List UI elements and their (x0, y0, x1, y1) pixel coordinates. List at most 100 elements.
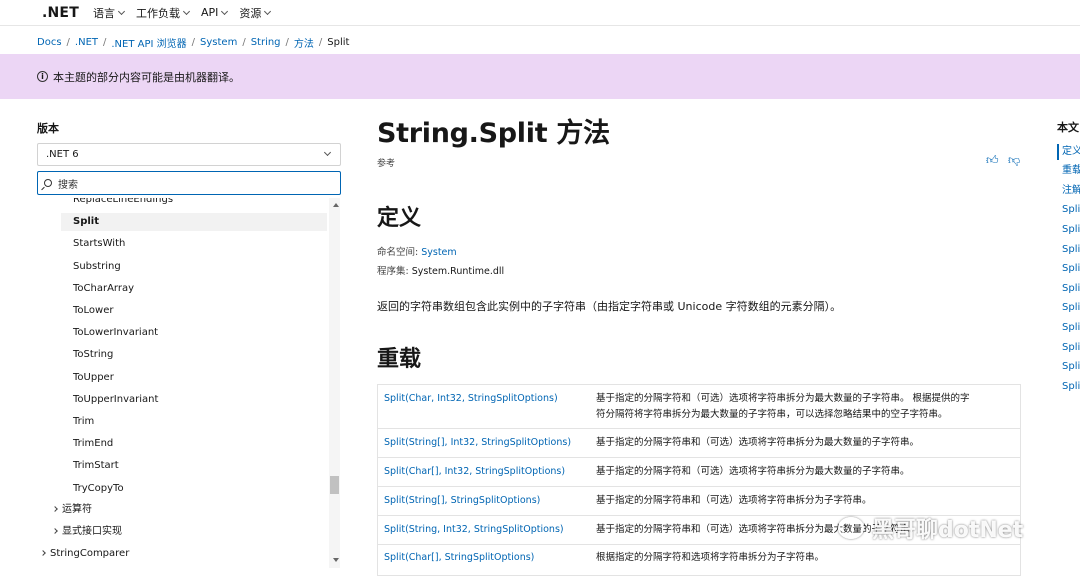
overload-link[interactable]: Split(Char[], Int32, StringSplitOptions) (384, 466, 565, 477)
toc-item-trimend[interactable]: TrimEnd (73, 435, 113, 453)
toc-item-replacelineendings[interactable]: ReplaceLineEndings (73, 198, 173, 209)
toc-item-startswith[interactable]: StartsWith (73, 235, 125, 253)
table-row: Split(String[], Int32, StringSplitOption… (377, 429, 1021, 458)
breadcrumb-system[interactable]: System (200, 37, 237, 48)
version-label: 版本 (37, 122, 59, 135)
nav-api-label: API (200, 6, 219, 19)
thumbs-down-icon[interactable]: 👎︎ (1008, 154, 1022, 166)
rtoc-item-split[interactable]: Split (1062, 203, 1080, 217)
toc-item-tostring[interactable]: ToString (73, 346, 113, 364)
rtoc-item-overloads[interactable]: 重载 (1062, 164, 1080, 178)
nav-resources-label: 资源 (239, 6, 262, 20)
breadcrumb-separator: / (318, 36, 323, 48)
scroll-down-arrow-icon[interactable] (333, 558, 339, 562)
active-section-indicator (1057, 144, 1059, 160)
version-select-value: .NET 6 (46, 149, 79, 160)
toc-group-explicit-interface-label: 显式接口实现 (62, 526, 122, 537)
table-row: Split(Char[], Int32, StringSplitOptions)… (377, 458, 1021, 487)
breadcrumb-docs[interactable]: Docs (37, 37, 62, 48)
definition-heading: 定义 (377, 206, 422, 231)
search-icon (44, 179, 52, 187)
toc-item-trimstart[interactable]: TrimStart (73, 457, 119, 475)
toc-item-tolowerinvariant[interactable]: ToLowerInvariant (73, 324, 158, 342)
chevron-right-icon (40, 550, 46, 556)
toc-group-operators[interactable]: 运算符 (52, 501, 92, 519)
toc-scrollbar-thumb[interactable] (330, 476, 339, 494)
breadcrumb-methods[interactable]: 方法 (294, 35, 314, 50)
toc-filter-input[interactable]: 搜索 (37, 171, 341, 195)
dotnet-brand-link[interactable]: .NET (42, 5, 79, 21)
rtoc-item-split[interactable]: Split (1062, 243, 1080, 257)
overload-description: 根据指定的分隔字符和选项将字符串拆分为子字符串。 (596, 552, 825, 563)
rtoc-item-split[interactable]: Split (1062, 223, 1080, 237)
overload-link[interactable]: Split(String[], Int32, StringSplitOption… (384, 437, 571, 448)
breadcrumb-separator: / (242, 36, 246, 48)
assembly-label: 程序集: (377, 266, 409, 277)
chevron-down-icon (323, 148, 332, 157)
toc-item-trycopyto[interactable]: TryCopyTo (73, 480, 124, 498)
in-this-article-title: 本文 (1057, 121, 1079, 134)
rtoc-item-split[interactable]: Split (1062, 262, 1080, 276)
overload-link[interactable]: Split(String, Int32, StringSplitOptions) (384, 524, 564, 535)
nav-languages-label: 语言 (92, 6, 115, 20)
toc-item-toupperinvariant[interactable]: ToUpperInvariant (73, 391, 158, 409)
toc-item-trim[interactable]: Trim (73, 413, 94, 431)
machine-translation-banner: i 本主题的部分内容可能是由机器翻译。 (0, 54, 1080, 99)
toc-tree: ReplaceLineEndings Split StartsWith Subs… (37, 198, 341, 576)
rtoc-item-split[interactable]: Split (1062, 360, 1080, 374)
toc-group-operators-label: 运算符 (62, 504, 92, 515)
nav-languages[interactable]: 语言 (92, 5, 125, 21)
overloads-heading: 重载 (377, 347, 422, 372)
toc-group-explicit-interface[interactable]: 显式接口实现 (52, 523, 122, 541)
overload-link[interactable]: Split(String[], StringSplitOptions) (384, 495, 540, 506)
assembly-line: 程序集: System.Runtime.dll (377, 263, 504, 277)
version-select[interactable]: .NET 6 (37, 143, 341, 166)
toc-item-stringcomparer-label: StringComparer (50, 548, 130, 559)
nav-workloads-label: 工作负载 (135, 6, 180, 20)
rtoc-item-remarks[interactable]: 注解 (1062, 184, 1080, 198)
breadcrumb-dotnet[interactable]: .NET (75, 37, 98, 48)
overload-link[interactable]: Split(Char[], StringSplitOptions) (384, 552, 534, 563)
breadcrumb-separator: / (285, 36, 289, 48)
watermark: 黑哥聊dotNet (838, 512, 1023, 544)
namespace-link[interactable]: System (421, 247, 456, 258)
rtoc-item-split[interactable]: Split (1062, 321, 1080, 335)
table-row: Split(Char, Int32, StringSplitOptions) 基… (377, 384, 1021, 429)
toc-item-tolower[interactable]: ToLower (73, 302, 113, 320)
toc-scrollbar[interactable] (329, 198, 340, 568)
breadcrumb-api-browser[interactable]: .NET API 浏览器 (111, 35, 186, 50)
rtoc-item-split[interactable]: Split (1062, 380, 1080, 394)
rtoc-item-split[interactable]: Split (1062, 282, 1080, 296)
chevron-down-icon (264, 7, 272, 15)
overload-description: 基于指定的分隔字符和（可选）选项将字符串拆分为最大数量的子字符串。 根据提供的字… (596, 391, 1016, 423)
breadcrumb-split: Split (327, 36, 350, 48)
toc-item-toupper[interactable]: ToUpper (73, 369, 114, 387)
info-icon: i (37, 71, 48, 82)
breadcrumb: Docs / .NET / .NET API 浏览器 / System / String… (37, 33, 349, 51)
overload-description: 基于指定的分隔字符串和（可选）选项将字符串拆分为子字符串。 (596, 495, 872, 506)
overload-link[interactable]: Split(Char, Int32, StringSplitOptions) (384, 393, 558, 404)
chevron-down-icon (182, 7, 190, 15)
nav-resources[interactable]: 资源 (239, 5, 272, 21)
nav-workloads[interactable]: 工作负载 (135, 5, 190, 21)
thumbs-up-icon[interactable]: 👍︎ (986, 154, 1000, 166)
chevron-right-icon (52, 506, 58, 512)
toc-filter-placeholder: 搜索 (58, 179, 78, 191)
toc-item-stringcomparer[interactable]: StringComparer (40, 545, 130, 563)
wechat-logo-icon (838, 517, 864, 539)
namespace-line: 命名空间: System (377, 244, 457, 258)
top-nav: .NET 语言 工作负载 API 资源 (0, 0, 1080, 26)
rtoc-item-definition[interactable]: 定义 (1062, 145, 1080, 159)
watermark-text: 黑哥聊dotNet (872, 518, 1024, 543)
breadcrumb-string[interactable]: String (251, 37, 281, 48)
page-title: String.Split 方法 (377, 118, 610, 149)
rtoc-item-split[interactable]: Split (1062, 301, 1080, 315)
rtoc-item-split[interactable]: Split (1062, 341, 1080, 355)
chevron-down-icon (117, 7, 125, 15)
scroll-up-arrow-icon[interactable] (333, 203, 339, 207)
toc-item-split[interactable]: Split (61, 213, 327, 231)
toc-item-substring[interactable]: Substring (73, 258, 121, 276)
nav-api[interactable]: API (200, 6, 229, 19)
breadcrumb-separator: / (191, 36, 196, 48)
toc-item-tochararray[interactable]: ToCharArray (73, 280, 134, 298)
